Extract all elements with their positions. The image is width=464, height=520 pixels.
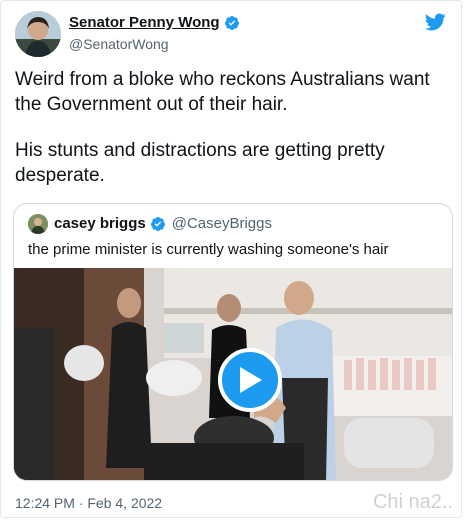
video-thumbnail[interactable] xyxy=(14,268,452,480)
tweet-timestamp[interactable]: 12:24 PM · Feb 4, 2022 xyxy=(15,495,162,511)
tweet-paragraph: His stunts and distractions are getting … xyxy=(15,140,385,186)
tweet-paragraph: Weird from a bloke who reckons Australia… xyxy=(15,69,430,115)
quoted-tweet[interactable]: casey briggs @CaseyBriggs the prime mini… xyxy=(13,203,453,481)
tweet-body: Weird from a bloke who reckons Australia… xyxy=(15,67,451,209)
quoted-author-avatar[interactable] xyxy=(28,214,48,234)
author-name[interactable]: Senator Penny Wong xyxy=(69,14,220,31)
tweet-card: Senator Penny Wong @SenatorWong Weird fr… xyxy=(0,0,462,518)
watermark: Chi na2.. xyxy=(372,491,453,513)
quoted-tweet-text: the prime minister is currently washing … xyxy=(28,241,389,258)
author-name-row: Senator Penny Wong xyxy=(69,14,240,31)
quoted-author-row: casey briggs @CaseyBriggs xyxy=(54,215,272,232)
play-icon xyxy=(240,367,262,393)
author-handle[interactable]: @SenatorWong xyxy=(69,36,169,52)
play-button[interactable] xyxy=(218,348,282,412)
author-avatar[interactable] xyxy=(15,11,61,57)
verified-badge-icon xyxy=(150,216,165,231)
quoted-author-name[interactable]: casey briggs xyxy=(54,215,146,232)
quoted-author-handle[interactable]: @CaseyBriggs xyxy=(172,215,272,232)
twitter-bird-icon[interactable] xyxy=(423,11,447,33)
verified-badge-icon xyxy=(224,15,239,30)
